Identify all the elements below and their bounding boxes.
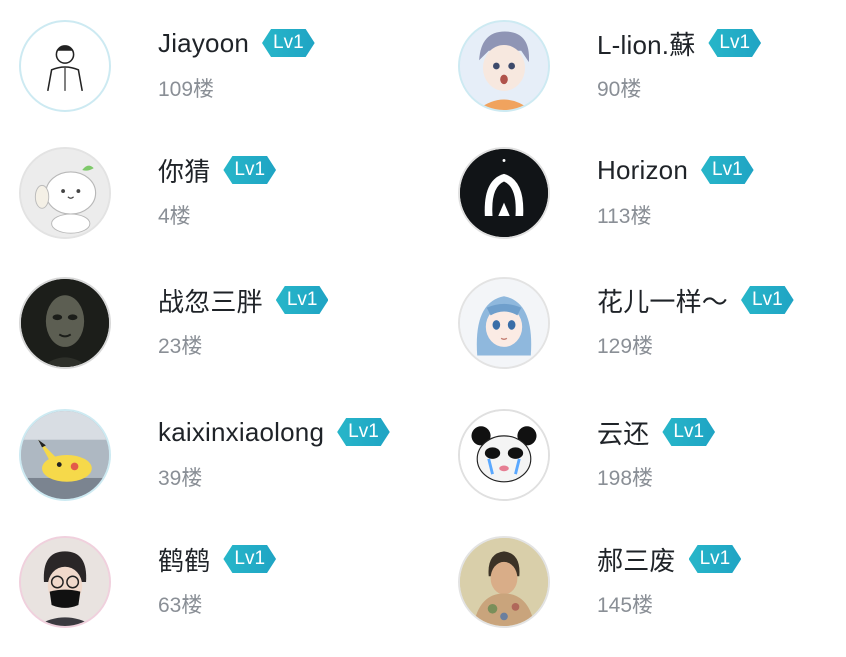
floor-count: 145楼 [597, 594, 654, 617]
floor-count: 90楼 [597, 78, 642, 101]
level-badge: Lv1 [262, 29, 315, 57]
user-name[interactable]: kaixinxiaolong [158, 417, 324, 448]
user-name[interactable]: 你猜 [158, 152, 210, 189]
masked-person-avatar[interactable] [19, 536, 111, 628]
floor-count: 63楼 [158, 594, 203, 617]
painted-portrait-avatar[interactable] [458, 536, 550, 628]
user-card[interactable]: Horizon Lv1 113楼 [458, 147, 846, 247]
user-name-row: 郝三废 Lv1 [597, 542, 741, 576]
level-badge: Lv1 [662, 418, 715, 446]
user-card[interactable]: 云还 Lv1 198楼 [458, 409, 846, 509]
user-name[interactable]: 云还 [597, 414, 649, 451]
level-badge: Lv1 [741, 286, 794, 314]
user-card[interactable]: kaixinxiaolong Lv1 39楼 [19, 409, 419, 509]
sketch-person-avatar[interactable] [19, 20, 111, 112]
floor-count: 39楼 [158, 467, 203, 490]
user-name-row: Horizon Lv1 [597, 153, 754, 187]
user-name-row: 云还 Lv1 [597, 415, 715, 449]
user-name-row: 战忽三胖 Lv1 [158, 283, 328, 317]
user-name[interactable]: Horizon [597, 155, 688, 186]
user-card[interactable]: 你猜 Lv1 4楼 [19, 147, 419, 247]
level-badge: Lv1 [337, 418, 390, 446]
user-grid: Jiayoon Lv1 109楼 L-lion.蘇 Lv1 90楼 你猜 Lv1… [0, 0, 846, 657]
level-badge: Lv1 [689, 545, 742, 573]
floor-count: 198楼 [597, 467, 654, 490]
user-name-row: 花儿一样～ Lv1 [597, 283, 794, 317]
user-name[interactable]: L-lion.蘇 [597, 25, 695, 62]
level-badge: Lv1 [708, 29, 761, 57]
dark-face-avatar[interactable] [19, 277, 111, 369]
user-name[interactable]: 鹤鹤 [158, 541, 210, 578]
user-name-row: Jiayoon Lv1 [158, 26, 315, 60]
user-card[interactable]: Jiayoon Lv1 109楼 [19, 20, 419, 120]
floor-count: 4楼 [158, 205, 191, 228]
cute-sprout-mascot-avatar[interactable] [19, 147, 111, 239]
user-card[interactable]: L-lion.蘇 Lv1 90楼 [458, 20, 846, 120]
level-badge: Lv1 [701, 156, 754, 184]
user-name-row: 鹤鹤 Lv1 [158, 542, 276, 576]
panda-meme-avatar[interactable] [458, 409, 550, 501]
user-name-row: 你猜 Lv1 [158, 153, 276, 187]
user-name[interactable]: 战忽三胖 [158, 282, 263, 319]
floor-count: 129楼 [597, 335, 654, 358]
floor-count: 113楼 [597, 205, 652, 228]
penguin-logo-avatar[interactable] [458, 147, 550, 239]
floor-count: 109楼 [158, 78, 215, 101]
anime-girl-avatar[interactable] [458, 277, 550, 369]
user-name[interactable]: 郝三废 [597, 541, 676, 578]
user-card[interactable]: 鹤鹤 Lv1 63楼 [19, 536, 419, 636]
user-card[interactable]: 郝三废 Lv1 145楼 [458, 536, 846, 636]
level-badge: Lv1 [223, 545, 276, 573]
user-name-row: kaixinxiaolong Lv1 [158, 415, 390, 449]
level-badge: Lv1 [276, 286, 329, 314]
user-card[interactable]: 花儿一样～ Lv1 129楼 [458, 277, 846, 377]
pikachu-avatar[interactable] [19, 409, 111, 501]
anime-boy-avatar[interactable] [458, 20, 550, 112]
user-card[interactable]: 战忽三胖 Lv1 23楼 [19, 277, 419, 377]
level-badge: Lv1 [223, 156, 276, 184]
user-name[interactable]: Jiayoon [158, 28, 249, 59]
floor-count: 23楼 [158, 335, 203, 358]
user-name[interactable]: 花儿一样～ [597, 282, 728, 319]
user-name-row: L-lion.蘇 Lv1 [597, 26, 761, 60]
